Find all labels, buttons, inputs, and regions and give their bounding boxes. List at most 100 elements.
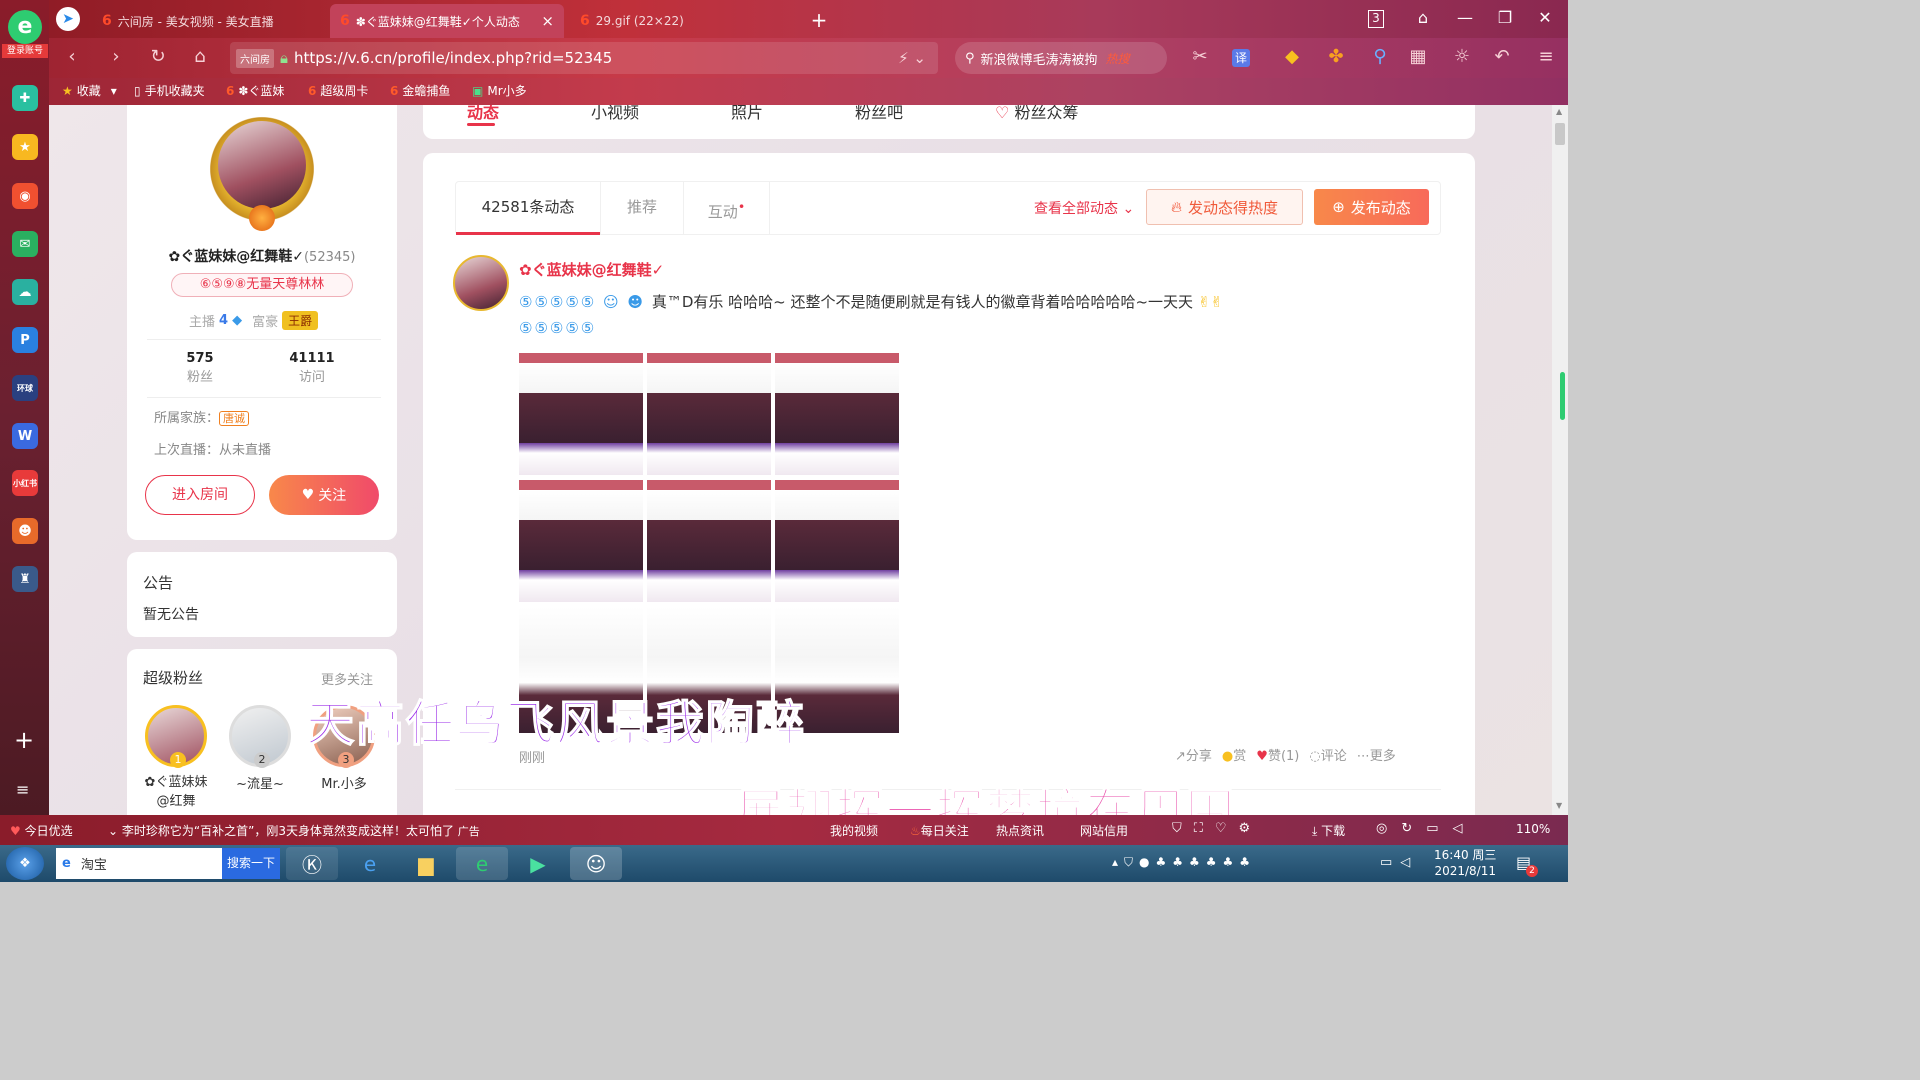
status-tools-2[interactable]: ◎↻▭◁: [1376, 821, 1477, 836]
refresh-icon[interactable]: ↻: [144, 46, 172, 67]
mail-icon[interactable]: ✉: [12, 231, 38, 257]
tab-6room[interactable]: 6 六间房 - 美女视频 - 美女直播: [92, 4, 326, 38]
weibo-icon[interactable]: ◉: [12, 183, 38, 209]
magnifier-icon[interactable]: ⚲: [1366, 46, 1394, 67]
bookmark-weekly[interactable]: 6 超级周卡: [308, 82, 368, 99]
feed-tab-recommend[interactable]: 推荐: [600, 182, 684, 235]
cloud-icon[interactable]: ☁: [12, 279, 38, 305]
nav-tab-feed[interactable]: 动态: [467, 105, 499, 123]
daily-link[interactable]: ♨每日关注: [910, 822, 969, 839]
share-button[interactable]: ↗分享: [1175, 745, 1212, 764]
nav-tab-crowdfund[interactable]: ♡ 粉丝众筹: [995, 105, 1078, 123]
browser-taskbar-icon[interactable]: e: [456, 847, 508, 880]
word-icon[interactable]: W: [12, 423, 38, 449]
superfan-1[interactable]: 1 ✿ぐ蓝妹妹@红舞: [143, 705, 209, 811]
page-scrollbar[interactable]: ▲ ▼: [1552, 105, 1568, 815]
post-image[interactable]: [647, 480, 771, 602]
search-input[interactable]: ⚲ 新浪微博毛涛涛被拘 热搜: [955, 42, 1167, 74]
fans-stat[interactable]: 575 粉丝: [175, 351, 225, 385]
post-image[interactable]: [775, 480, 899, 602]
plus-app-icon[interactable]: ✚: [12, 85, 38, 111]
scroll-up-icon[interactable]: ▲: [1556, 107, 1562, 116]
close-tab-icon[interactable]: ×: [541, 12, 554, 30]
zoom-level[interactable]: 110%: [1516, 822, 1550, 836]
bookmark-profile[interactable]: 6 ✽ぐ蓝妹: [226, 82, 284, 99]
feed-tab-interact[interactable]: 互动•: [684, 182, 770, 235]
post-image[interactable]: [647, 353, 771, 475]
game-character-icon[interactable]: ☻: [12, 518, 38, 544]
taskbar-search-button[interactable]: 搜索一下: [222, 848, 280, 879]
post-image[interactable]: [519, 480, 643, 602]
video-player-icon[interactable]: ▶: [512, 847, 564, 880]
clock[interactable]: 16:40 周三 2021/8/11: [1434, 847, 1496, 879]
enter-room-button[interactable]: 进入房间: [145, 475, 255, 515]
news-label[interactable]: ♥ 今日优选: [10, 822, 73, 839]
publish-button[interactable]: ⊕ 发布动态: [1314, 189, 1429, 225]
translate-icon[interactable]: 译: [1232, 49, 1250, 67]
p-app-icon[interactable]: P: [12, 327, 38, 353]
family-tag[interactable]: 唐诚: [219, 411, 250, 426]
news-app-icon[interactable]: 环球: [12, 375, 38, 401]
start-button[interactable]: ❖: [6, 847, 44, 880]
folder-icon[interactable]: ▆: [400, 847, 452, 880]
follow-button[interactable]: ♥ 关注: [269, 475, 379, 515]
game-icon[interactable]: ✤: [1322, 46, 1350, 67]
brightness-icon[interactable]: ☼: [1448, 46, 1476, 67]
credit-link[interactable]: 网站信用: [1080, 822, 1128, 839]
browser-nav-icon[interactable]: ➤: [56, 7, 80, 31]
nav-tab-fanbar[interactable]: 粉丝吧: [855, 105, 903, 123]
bookmark-mrxiaoduo[interactable]: ▣ Mr小多: [472, 82, 527, 99]
k-app-icon[interactable]: Ⓚ: [286, 847, 338, 880]
address-bar[interactable]: 六间房 🔒︎ https://v.6.cn/profile/index.php?…: [230, 42, 938, 74]
scroll-down-icon[interactable]: ▼: [1556, 801, 1562, 810]
view-all-dropdown[interactable]: 查看全部动态 ⌄: [1034, 198, 1134, 218]
download-link[interactable]: ⤓ 下载: [1312, 822, 1345, 839]
shirt-icon[interactable]: ⌂: [1408, 8, 1438, 27]
bookmark-mobile[interactable]: ▯ 手机收藏夹: [134, 82, 205, 99]
post-image[interactable]: [519, 353, 643, 475]
game-icon-2[interactable]: ♜: [12, 566, 38, 592]
menu-icon[interactable]: ≡: [1532, 46, 1560, 67]
news-ticker[interactable]: ⌄ 李时珍称它为“百补之首”，刚3天身体竟然变成这样！太可怕了 广告: [108, 822, 480, 839]
nav-tab-videos[interactable]: 小视频: [591, 105, 639, 123]
my-video-link[interactable]: 我的视频: [830, 822, 878, 839]
feed-tab-count[interactable]: 42581条动态: [456, 182, 600, 235]
restore-icon[interactable]: ❐: [1490, 8, 1520, 27]
minimize-icon[interactable]: —: [1450, 8, 1480, 27]
avatar[interactable]: [218, 121, 306, 209]
tab-gif[interactable]: 6 29.gif (22×22): [570, 4, 800, 38]
taskbar-search-input[interactable]: e 淘宝: [56, 848, 222, 879]
image-viewer-icon[interactable]: ☺: [570, 847, 622, 880]
comment-button[interactable]: ◌评论: [1309, 745, 1346, 764]
add-sidebar-icon[interactable]: +: [14, 726, 34, 754]
bookmark-favorites[interactable]: ★ 收藏 ▾: [62, 82, 117, 99]
list-icon[interactable]: ≡: [16, 780, 29, 799]
nav-tab-photos[interactable]: 照片: [731, 105, 763, 123]
post-avatar[interactable]: [453, 255, 509, 311]
ie-taskbar-icon[interactable]: e: [344, 847, 396, 880]
hot-news-link[interactable]: 热点资讯: [996, 822, 1044, 839]
close-window-icon[interactable]: ✕: [1530, 8, 1560, 27]
superfan-2[interactable]: 2 ~流星~: [227, 705, 293, 792]
more-button[interactable]: ⋯更多: [1357, 745, 1396, 764]
forward-icon[interactable]: ›: [102, 46, 130, 67]
new-tab-icon[interactable]: +: [804, 8, 834, 32]
scissors-icon[interactable]: ✂: [1186, 46, 1214, 67]
home-icon[interactable]: ⌂: [186, 46, 214, 67]
heat-button[interactable]: 🔥︎ 发动态得热度: [1146, 189, 1303, 225]
xiaohongshu-icon[interactable]: 小红书: [12, 470, 38, 496]
favorites-star-icon[interactable]: ★: [12, 134, 38, 160]
addr-tools-icon[interactable]: ⚡ ⌄: [898, 49, 926, 67]
tray-icons[interactable]: ▴⛉●♣♣♣♣♣♣: [1112, 855, 1256, 870]
apps-icon[interactable]: ▦: [1404, 46, 1432, 67]
undo-icon[interactable]: ↶: [1488, 46, 1516, 67]
post-image[interactable]: [775, 353, 899, 475]
tab-counter[interactable]: 3: [1368, 10, 1384, 28]
notification-icon[interactable]: ▤ 2: [1516, 853, 1538, 877]
back-icon[interactable]: ‹: [58, 46, 86, 67]
like-button[interactable]: ♥赞(1): [1256, 745, 1299, 764]
tab-profile-active[interactable]: 6 ✽ぐ蓝妹妹@红舞鞋✓个人动态 ×: [330, 4, 564, 38]
scrollbar-thumb[interactable]: [1555, 123, 1565, 145]
reward-button[interactable]: ●赏: [1222, 745, 1246, 764]
tray-system-icons[interactable]: ▭◁: [1380, 855, 1418, 870]
